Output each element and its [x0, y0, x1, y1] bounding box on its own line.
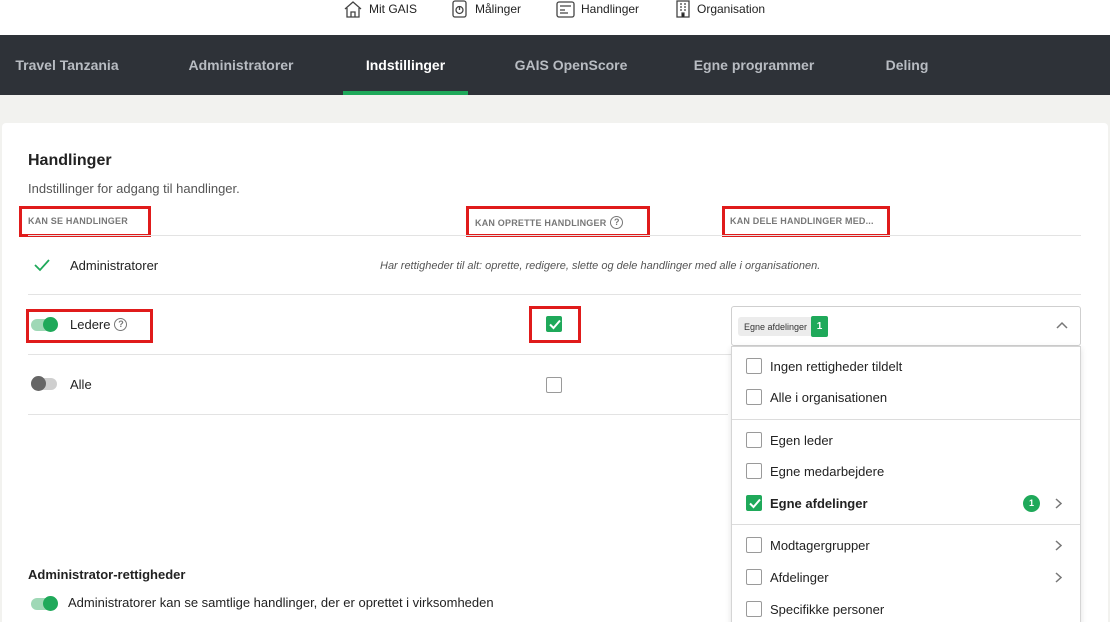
- option-checkbox[interactable]: [746, 495, 762, 511]
- row-label-alle: Alle: [70, 377, 92, 392]
- all-can-create-checkbox[interactable]: [546, 377, 562, 393]
- option-egne-medarbejdere[interactable]: Egne medarbejdere: [746, 461, 1066, 481]
- admin-rights-toggle[interactable]: [31, 596, 58, 611]
- option-count-badge: 1: [1023, 495, 1040, 512]
- selected-chip-label: Egne afdelinger: [744, 321, 808, 332]
- home-icon: [344, 0, 362, 18]
- option-specifikke-personer[interactable]: Specifikke personer: [746, 599, 1066, 619]
- survey-icon: [452, 0, 467, 18]
- divider: [28, 294, 1081, 295]
- chevron-right-icon[interactable]: [1055, 540, 1062, 551]
- option-checkbox[interactable]: [746, 569, 762, 585]
- admin-rights-option-label: Administratorer kan se samtlige handling…: [68, 595, 494, 610]
- option-checkbox[interactable]: [746, 389, 762, 405]
- topnav-item-handlinger[interactable]: Handlinger: [556, 0, 639, 18]
- highlight-box: [529, 306, 581, 343]
- highlight-box: [26, 309, 153, 343]
- option-checkbox[interactable]: [746, 463, 762, 479]
- topnav-label: Handlinger: [581, 2, 640, 16]
- share-dropdown-menu: Ingen rettigheder tildelt Alle i organis…: [731, 346, 1081, 622]
- divider: [28, 235, 1081, 236]
- admin-rights-title: Administrator-rettigheder: [28, 567, 186, 582]
- section-subtitle: Indstillinger for adgang til handlinger.: [28, 181, 240, 196]
- menu-separator: [732, 524, 1080, 525]
- highlight-box: [722, 206, 890, 237]
- selected-chip: Egne afdelinger 1: [738, 316, 829, 337]
- topnav-label: Mit GAIS: [369, 2, 418, 16]
- top-navigation: Mit GAIS Målinger Handlinger Organisatio…: [0, 0, 1110, 35]
- topnav-item-malinger[interactable]: Målinger: [451, 0, 521, 18]
- share-dropdown[interactable]: Egne afdelinger 1: [731, 306, 1081, 346]
- menu-separator: [732, 419, 1080, 420]
- option-label: Egen leder: [770, 432, 833, 448]
- option-label: Specifikke personer: [770, 601, 885, 617]
- tab-administratorer[interactable]: Administratorer: [170, 35, 312, 95]
- building-icon: [676, 0, 690, 18]
- option-afdelinger[interactable]: Afdelinger: [746, 567, 1066, 587]
- option-checkbox[interactable]: [746, 358, 762, 374]
- tab-deling[interactable]: Deling: [870, 35, 944, 95]
- option-label: Modtagergrupper: [770, 537, 870, 553]
- chevron-up-icon[interactable]: [1056, 321, 1068, 329]
- highlight-box: [466, 206, 650, 237]
- option-checkbox[interactable]: [746, 432, 762, 448]
- divider: [28, 414, 728, 415]
- option-label: Egne afdelinger: [770, 495, 868, 511]
- tab-gais-openscore[interactable]: GAIS OpenScore: [503, 35, 639, 95]
- option-ingen-rettigheder[interactable]: Ingen rettigheder tildelt: [746, 356, 1066, 376]
- all-toggle[interactable]: [31, 376, 57, 391]
- row-label-administratorer: Administratorer: [70, 258, 159, 273]
- option-label: Ingen rettigheder tildelt: [770, 358, 903, 374]
- topnav-label: Organisation: [697, 2, 766, 16]
- option-modtagergrupper[interactable]: Modtagergrupper: [746, 535, 1066, 555]
- option-alle-i-organisationen[interactable]: Alle i organisationen: [746, 387, 1066, 407]
- chevron-right-icon[interactable]: [1055, 498, 1062, 509]
- actions-icon: [556, 0, 575, 18]
- topnav-item-mit-gais[interactable]: Mit GAIS: [343, 0, 417, 18]
- option-egne-afdelinger[interactable]: Egne afdelinger: [746, 493, 1066, 513]
- highlight-box: [19, 206, 151, 237]
- chevron-right-icon[interactable]: [1055, 572, 1062, 583]
- checkmark-icon: [749, 498, 761, 509]
- option-egen-leder[interactable]: Egen leder: [746, 430, 1066, 450]
- topnav-label: Målinger: [475, 2, 522, 16]
- topnav-item-organisation[interactable]: Organisation: [675, 0, 765, 18]
- tab-travel-tanzania[interactable]: Travel Tanzania: [0, 35, 134, 95]
- option-checkbox[interactable]: [746, 537, 762, 553]
- section-title: Handlinger: [28, 152, 112, 169]
- selected-count-badge: 1: [811, 316, 829, 337]
- option-checkbox[interactable]: [746, 601, 762, 617]
- tab-egne-programmer[interactable]: Egne programmer: [680, 35, 828, 95]
- settings-tab-bar: Travel Tanzania Administratorer Indstill…: [0, 35, 1110, 95]
- option-label: Alle i organisationen: [770, 389, 888, 405]
- option-label: Egne medarbejdere: [770, 463, 885, 479]
- tab-indstillinger[interactable]: Indstillinger: [343, 35, 468, 95]
- checkmark-icon: [34, 259, 50, 272]
- option-label: Afdelinger: [770, 569, 829, 585]
- admin-rights-note: Har rettigheder til alt: oprette, redige…: [380, 260, 821, 272]
